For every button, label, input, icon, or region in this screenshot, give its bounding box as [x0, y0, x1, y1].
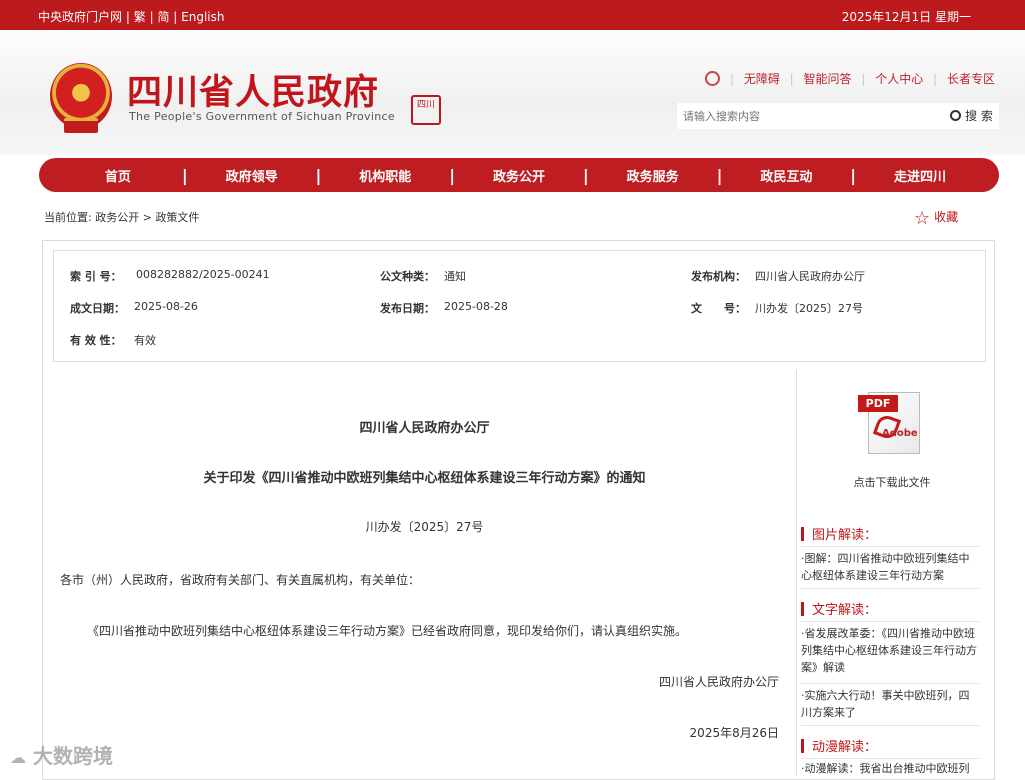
watermark-logo-icon: ☁ — [10, 748, 26, 767]
watermark: ☁ 大数跨境 — [10, 740, 113, 769]
section-divider — [801, 546, 979, 547]
elderly-zone-link[interactable]: 长者专区 — [947, 72, 995, 86]
nav-interaction[interactable]: 政民互动 — [722, 166, 850, 185]
created-value: 2025-08-26 — [134, 300, 198, 313]
favorite-label: 收藏 — [934, 210, 959, 224]
current-date: 2025年12月1日 星期一 — [841, 10, 971, 24]
breadcrumb: 当前位置: 政务公开 > 政策文件 — [44, 209, 199, 225]
nav-about-sichuan[interactable]: 走进四川 — [856, 166, 984, 185]
section-text-interpretation: 文字解读： — [801, 599, 877, 618]
side-link-image-1[interactable]: ·图解：四川省推动中欧班列集结中心枢纽体系建设三年行动方案 — [801, 550, 979, 584]
watermark-text: 大数跨境 — [32, 744, 113, 768]
separator: | — [729, 72, 734, 86]
download-link[interactable]: 点击下载此文件 — [797, 474, 987, 490]
breadcrumb-policy-docs[interactable]: 政策文件 — [155, 211, 199, 224]
validity-value: 有效 — [134, 334, 156, 347]
type-label: 公文种类： — [380, 270, 435, 283]
smart-qa-link[interactable]: 智能问答 — [804, 72, 852, 86]
published-label: 发布日期： — [380, 302, 435, 315]
search-button-label: 搜 索 — [965, 109, 993, 123]
site-title[interactable]: 四川省人民政府 — [127, 64, 379, 115]
pdf-tag: PDF — [858, 395, 898, 412]
section-comic-interpretation: 动漫解读： — [801, 736, 877, 755]
traditional-chinese-link[interactable]: 繁 — [134, 10, 146, 24]
accessibility-link[interactable]: 无障碍 — [744, 72, 780, 86]
search-button[interactable]: 搜 索 — [944, 103, 999, 129]
issuer-label: 发布机构： — [691, 270, 746, 283]
created-label: 成文日期： — [70, 302, 125, 315]
breadcrumb-prefix: 当前位置: — [44, 211, 92, 224]
nav-services[interactable]: 政务服务 — [589, 166, 717, 185]
docno-label: 文 号： — [691, 302, 746, 315]
star-icon: ☆ — [914, 208, 931, 229]
article-title: 关于印发《四川省推动中欧班列集结中心枢纽体系建设三年行动方案》的通知 — [203, 471, 646, 486]
article-signature: 四川省人民政府办公厅 — [658, 675, 779, 689]
gov-portal-link[interactable]: 中央政府门户网 — [38, 10, 122, 24]
published-value: 2025-08-28 — [444, 300, 508, 313]
separator: | — [149, 10, 154, 24]
article-addressee: 各市（州）人民政府，省政府有关部门、有关直属机构，有关单位： — [60, 573, 421, 587]
breadcrumb-public-affairs[interactable]: 政务公开 — [95, 211, 139, 224]
index-value: 008282882/2025-00241 — [136, 268, 270, 281]
separator: | — [933, 72, 938, 86]
main-nav: 首页 | 政府领导 | 机构职能 | 政务公开 | 政务服务 | 政民互动 | … — [39, 158, 999, 192]
personal-center-link[interactable]: 个人中心 — [875, 72, 923, 86]
quick-links: | 无障碍 | 智能问答 | 个人中心 | 长者专区 — [699, 70, 995, 87]
section-image-interpretation: 图片解读： — [801, 524, 877, 543]
separator: | — [861, 72, 866, 86]
search-icon — [950, 110, 962, 121]
site-subtitle: The People's Government of Sichuan Provi… — [129, 110, 395, 123]
national-emblem-icon — [50, 63, 112, 133]
top-links: 中央政府门户网 | 繁 | 简 | English — [38, 8, 225, 25]
search-box: 搜 索 — [677, 103, 999, 129]
section-divider — [801, 758, 979, 759]
top-bar: 中央政府门户网 | 繁 | 简 | English 2025年12月1日 星期一 — [0, 0, 1025, 30]
breadcrumb-separator: > — [142, 211, 152, 224]
section-divider — [801, 621, 979, 622]
section-divider — [801, 588, 979, 589]
document-meta: 索 引 号： 008282882/2025-00241 公文种类： 通知 发布机… — [53, 250, 986, 362]
article-org: 四川省人民政府办公厅 — [359, 421, 490, 436]
docno-value: 川办发〔2025〕27号 — [755, 302, 863, 315]
nav-functions[interactable]: 机构职能 — [321, 166, 449, 185]
sidebar: PDF Adobe 点击下载此文件 图片解读： ·图解：四川省推动中欧班列集结中… — [797, 370, 987, 775]
validity-label: 有 效 性： — [70, 334, 122, 347]
english-link[interactable]: English — [181, 10, 224, 24]
nav-home[interactable]: 首页 — [54, 166, 182, 185]
section-divider — [801, 725, 979, 726]
sichuan-seal-logo: 四川 — [411, 95, 441, 125]
accessibility-icon[interactable] — [705, 71, 721, 86]
type-value: 通知 — [444, 270, 466, 283]
article-paragraph: 《四川省推动中欧班列集结中心枢纽体系建设三年行动方案》已经省政府同意，现印发给你… — [87, 624, 688, 638]
side-link-comic-1[interactable]: ·动漫解读：我省出台推动中欧班列 — [801, 760, 979, 777]
site-header: 四川省人民政府 The People's Government of Sichu… — [0, 30, 1025, 155]
nav-leaders[interactable]: 政府领导 — [188, 166, 316, 185]
favorite-button[interactable]: ☆ 收藏 — [914, 208, 958, 229]
index-label: 索 引 号： — [70, 270, 122, 283]
adobe-label: Adobe — [882, 428, 918, 439]
separator: | — [173, 10, 178, 24]
separator: | — [125, 10, 130, 24]
section-divider — [801, 683, 979, 684]
pdf-download-icon[interactable]: PDF Adobe — [858, 392, 922, 456]
search-input[interactable] — [677, 103, 944, 129]
simplified-chinese-link[interactable]: 简 — [157, 10, 169, 24]
side-link-text-2[interactable]: ·实施六大行动！事关中欧班列，四川方案来了 — [801, 687, 979, 721]
separator: | — [789, 72, 794, 86]
article-date: 2025年8月26日 — [689, 726, 779, 740]
issuer-value: 四川省人民政府办公厅 — [755, 270, 865, 283]
article-body: 四川省人民政府办公厅 关于印发《四川省推动中欧班列集结中心枢纽体系建设三年行动方… — [53, 370, 796, 780]
nav-public-affairs[interactable]: 政务公开 — [455, 166, 583, 185]
article-number: 川办发〔2025〕27号 — [365, 520, 484, 534]
side-link-text-1[interactable]: ·省发展改革委：《四川省推动中欧班列集结中心枢纽体系建设三年行动方案》解读 — [801, 625, 979, 676]
